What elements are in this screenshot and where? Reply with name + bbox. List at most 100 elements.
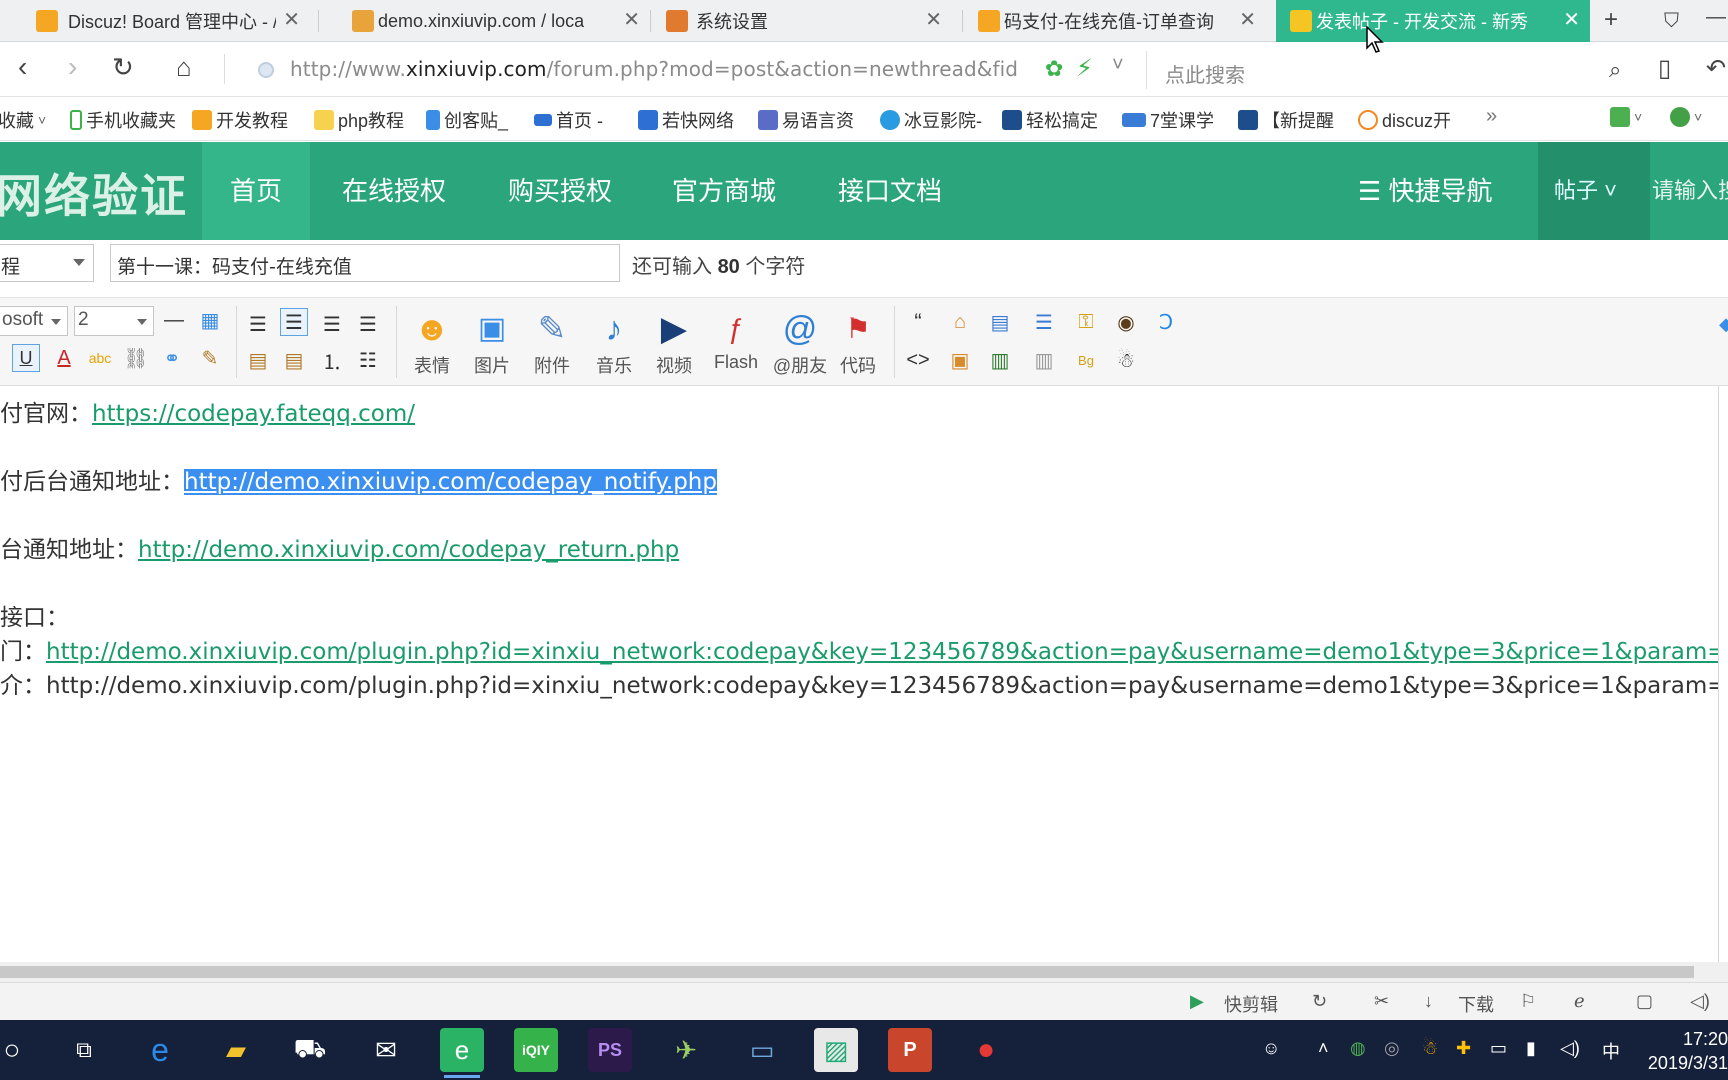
columns-icon[interactable]: ▥ <box>1030 346 1058 374</box>
image-viewer-icon[interactable]: ▨ <box>814 1028 858 1072</box>
float-left-icon[interactable]: ▤ <box>244 346 272 374</box>
bookmark-item[interactable]: 7堂课学 <box>1122 107 1214 133</box>
bookmark-item[interactable]: php教程 <box>314 107 404 133</box>
bookmark-item[interactable]: 易语言资 <box>758 107 854 133</box>
c-icon[interactable]: Ↄ <box>1152 308 1180 336</box>
highlight-icon[interactable]: abc <box>86 344 114 372</box>
close-icon[interactable]: ✕ <box>283 10 300 30</box>
download-image-icon[interactable]: ▥ <box>986 346 1014 374</box>
shirt-icon[interactable]: ⛉ <box>1664 10 1679 33</box>
iqiyi-icon[interactable]: iQIY <box>514 1028 558 1072</box>
qq-icon[interactable]: ☃ <box>1422 1038 1438 1059</box>
thread-type-select[interactable]: 程 <box>0 244 94 282</box>
bookmark-item[interactable]: 首页 - <box>534 107 603 133</box>
unlink-icon[interactable]: ⚭ <box>158 344 186 372</box>
apps-menu[interactable]: ˅ <box>1610 107 1642 127</box>
font-family-select[interactable]: osoft <box>0 306 68 336</box>
reload-icon[interactable]: ↻ <box>112 52 134 82</box>
download-button[interactable]: 下载 <box>1458 991 1494 1017</box>
word-paste-icon[interactable]: ▤ <box>986 308 1014 336</box>
edge-icon[interactable]: e <box>138 1028 182 1072</box>
globe-icon[interactable]: ◎ <box>1384 1038 1400 1059</box>
window-icon[interactable]: ▢ <box>1636 991 1653 1012</box>
flash-button[interactable]: ƒ Flash <box>708 308 764 373</box>
bookmark-favorites[interactable]: 收藏 ˅ <box>0 107 46 133</box>
phone-icon[interactable]: ▯ <box>1658 54 1671 83</box>
tab-discuz-admin[interactable]: Discuz! Board 管理中心 - / ✕ <box>0 0 310 42</box>
search-type-dropdown[interactable]: 帖子 ˅ <box>1538 142 1650 240</box>
wechat-icon[interactable]: ◍ <box>1350 1038 1366 1059</box>
official-site-link[interactable]: https://codepay.fateqq.com/ <box>92 401 415 427</box>
music-button[interactable]: ♪ 音乐 <box>586 308 642 378</box>
site-search-input[interactable]: 请输入搜 <box>1650 142 1728 240</box>
nav-online-license[interactable]: 在线授权 <box>314 142 474 240</box>
bookmark-item[interactable]: 冰豆影院- <box>880 107 982 133</box>
bookmark-item[interactable]: 若快网络 <box>638 107 734 133</box>
tab-new-thread[interactable]: 发表帖子 - 开发交流 - 新秀 ✕ <box>1276 0 1590 42</box>
refresh-icon[interactable]: ↻ <box>1312 991 1327 1012</box>
close-icon[interactable]: ✕ <box>1563 10 1580 30</box>
source-code-icon[interactable]: <> <box>904 346 932 374</box>
pin-icon[interactable]: ✂ <box>1374 991 1389 1012</box>
expand-icon[interactable]: ◆ <box>1712 310 1728 338</box>
chevron-up-icon[interactable]: ˄ <box>1318 1038 1329 1059</box>
link-icon[interactable]: ⛓ <box>122 344 150 372</box>
horizontal-rule-icon[interactable]: — <box>160 306 188 334</box>
network-tool-icon[interactable]: ✈ <box>664 1028 708 1072</box>
file-explorer-icon[interactable]: ▰ <box>214 1028 258 1072</box>
tab-phpmyadmin[interactable]: demo.xinxiuvip.com / loca ✕ <box>320 0 650 42</box>
quick-nav-button[interactable]: ☰ 快捷导航 <box>1358 142 1493 240</box>
back-icon[interactable]: ‹ <box>18 52 27 82</box>
lock-icon[interactable]: ▣ <box>946 346 974 374</box>
speaker-icon[interactable]: ◁) <box>1560 1038 1580 1059</box>
url-field[interactable]: http://www.xinxiuvip.com/forum.php?mod=p… <box>290 57 1018 81</box>
search-icon[interactable]: ⌕ <box>1609 57 1621 83</box>
notify-url-link[interactable]: http://demo.xinxiuvip.com/codepay_notify… <box>184 469 717 495</box>
phpstorm-icon[interactable]: PS <box>588 1028 632 1072</box>
float-right-icon[interactable]: ▤ <box>280 346 308 374</box>
bookmark-item[interactable]: 创客贴_ <box>426 107 508 133</box>
bookmark-item[interactable]: 【新提醒 <box>1238 107 1334 133</box>
horizontal-scrollbar[interactable] <box>0 962 1728 982</box>
search-input[interactable]: 点此搜索 <box>1165 59 1245 88</box>
undo-icon[interactable]: ↶ <box>1706 54 1726 83</box>
minimize-icon[interactable]: — <box>1706 6 1726 29</box>
forward-icon[interactable]: › <box>68 52 77 82</box>
security-plus-icon[interactable]: ✚ <box>1456 1038 1471 1059</box>
speed-mode-icon[interactable]: ✿ <box>1045 56 1063 82</box>
nav-home[interactable]: 首页 <box>202 142 311 240</box>
cortana-icon[interactable]: ○ <box>0 1028 34 1072</box>
mention-button[interactable]: @ @朋友 <box>768 308 832 378</box>
return-url-link[interactable]: http://demo.xinxiuvip.com/codepay_return… <box>138 537 679 563</box>
justify-icon[interactable]: ☰ <box>354 310 382 338</box>
close-icon[interactable]: ✕ <box>925 10 942 30</box>
home-icon[interactable]: ⌂ <box>176 52 192 82</box>
free-icon[interactable]: ⌂ <box>946 308 974 336</box>
bookmark-item[interactable]: 轻松搞定 <box>1002 107 1098 133</box>
code-button[interactable]: ⚑ 代码 <box>830 308 886 378</box>
tab-codepay-orders[interactable]: 码支付-在线充值-订单查询 ✕ <box>964 0 1266 42</box>
ime-indicator[interactable]: 中 <box>1602 1038 1620 1064</box>
wallet-menu[interactable]: ˅ <box>1670 107 1702 127</box>
align-left-icon[interactable]: ☰ <box>244 310 272 338</box>
battery-icon[interactable]: ▮ <box>1526 1038 1536 1059</box>
editor-content[interactable]: 付官网：https://codepay.fateqq.com/ 付后台通知地址：… <box>0 386 1728 962</box>
quote-icon[interactable]: “ <box>904 308 932 336</box>
bookmark-item[interactable]: 手机收藏夹 <box>70 107 176 133</box>
ordered-list-icon[interactable]: ⒈ <box>318 346 346 374</box>
text-color-icon[interactable]: A <box>50 344 78 372</box>
key-icon[interactable]: ⚿ <box>1072 308 1100 336</box>
powerpoint-icon[interactable]: P <box>888 1028 932 1072</box>
tab-system-settings[interactable]: 系统设置 ✕ <box>652 0 952 42</box>
nav-api-docs[interactable]: 接口文档 <box>810 142 970 240</box>
site-logo[interactable]: 网络验证 <box>0 160 188 226</box>
vertical-scrollbar[interactable] <box>1718 386 1728 962</box>
nav-official-store[interactable]: 官方商城 <box>644 142 804 240</box>
remote-desktop-icon[interactable]: ▭ <box>740 1028 784 1072</box>
quick-clip-button[interactable]: 快剪辑 <box>1224 991 1278 1017</box>
bookmark-item[interactable]: discuz开 <box>1358 107 1451 133</box>
ie-icon[interactable]: ℯ <box>1574 991 1585 1012</box>
store-icon[interactable]: ⛟ <box>288 1028 332 1072</box>
image-button[interactable]: ▣ 图片 <box>464 308 520 378</box>
camera-icon[interactable]: ◉ <box>1112 308 1140 336</box>
